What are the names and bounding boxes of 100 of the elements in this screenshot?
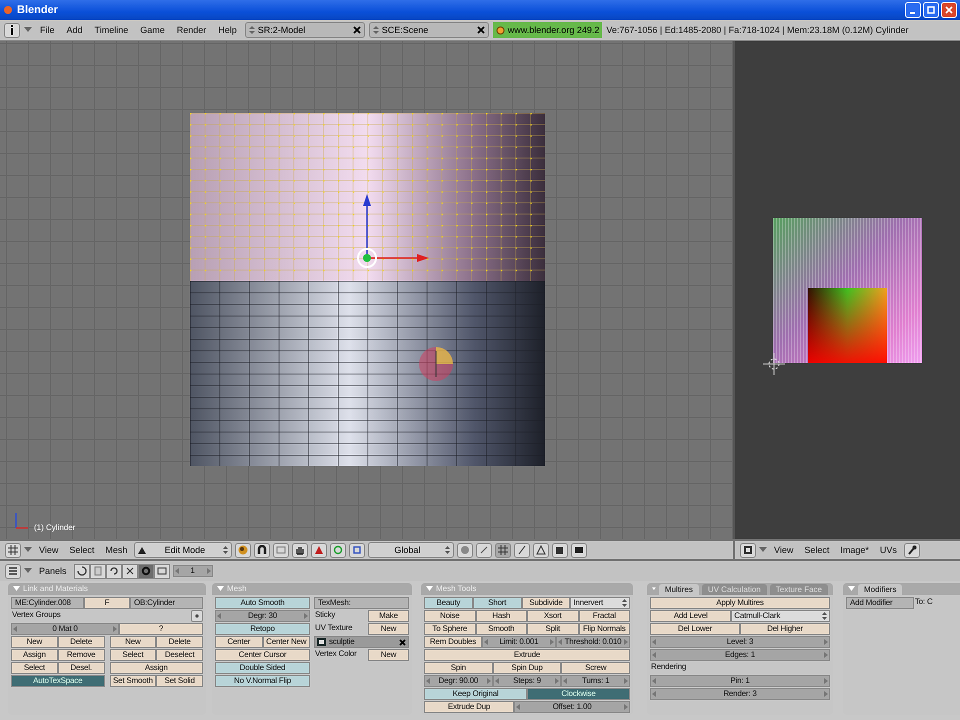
panel-button[interactable]: Spin — [424, 662, 493, 674]
number-field[interactable]: Degr: 90.00 — [424, 675, 493, 687]
menu-item[interactable]: Game — [136, 25, 169, 35]
toggle-button[interactable]: Double Sided — [215, 662, 310, 674]
3d-cursor-icon[interactable] — [419, 347, 453, 381]
panel-button[interactable]: Smooth — [476, 623, 527, 635]
logic-button[interactable] — [74, 564, 90, 578]
editor-type-button[interactable] — [740, 542, 756, 558]
number-field[interactable]: 1 — [172, 565, 213, 577]
editor-type-button[interactable] — [5, 564, 21, 578]
panel-button[interactable]: Split — [527, 623, 578, 635]
info-window-button[interactable] — [4, 22, 20, 38]
number-field[interactable]: Pin: 1 — [650, 675, 830, 687]
menu-item[interactable]: Render — [172, 25, 210, 35]
snap-button[interactable] — [476, 542, 492, 558]
number-field[interactable]: Edges: 1 — [650, 649, 830, 661]
menu-item[interactable]: Select — [65, 545, 98, 555]
editing-button[interactable] — [138, 564, 154, 578]
panel-button[interactable]: Make — [368, 610, 409, 622]
text-field[interactable]: ME:Cylinder.008 — [11, 597, 84, 609]
dropdown[interactable]: Innervert — [570, 597, 630, 609]
menu-item[interactable]: View — [35, 545, 62, 555]
panel-button[interactable]: Center — [215, 636, 262, 648]
panel-button[interactable]: Remove — [58, 649, 104, 661]
text-field[interactable]: Add Modifier — [846, 597, 914, 609]
number-field[interactable]: Turns: 1 — [561, 675, 630, 687]
edge-select-button[interactable] — [514, 542, 530, 558]
close-button[interactable] — [941, 2, 957, 18]
panel-button[interactable]: Delete — [156, 636, 203, 648]
toggle-button[interactable]: AutoTexSpace — [11, 675, 104, 687]
menu-item[interactable]: Timeline — [90, 25, 132, 35]
panel-button[interactable]: Noise — [424, 610, 476, 622]
panel-button[interactable]: Assign — [110, 662, 203, 674]
occlude-button[interactable] — [552, 542, 568, 558]
tool-button[interactable] — [904, 542, 920, 558]
scene-button[interactable] — [154, 564, 170, 578]
3d-viewport[interactable]: (1) Cylinder — [0, 41, 735, 539]
panel-button[interactable]: Delete — [58, 636, 104, 648]
draw-type-button[interactable] — [235, 542, 252, 558]
scene-selector[interactable]: SCE:Scene — [368, 22, 489, 38]
panel-button[interactable]: Add Level — [650, 610, 732, 622]
panel-button[interactable]: Extrude — [424, 649, 630, 661]
mesh-drawing[interactable] — [190, 113, 545, 466]
text-field[interactable]: TexMesh: — [314, 597, 409, 609]
panel-button[interactable]: Select — [110, 649, 156, 661]
menu-item[interactable]: Add — [62, 25, 87, 35]
render-button[interactable] — [571, 542, 588, 558]
menu-item[interactable]: UVs — [876, 545, 901, 555]
menu-item[interactable]: Select — [800, 545, 834, 555]
vertex-select-button[interactable] — [495, 542, 512, 558]
panel-button[interactable]: Flip Normals — [578, 623, 630, 635]
menu-item[interactable]: Help — [214, 25, 241, 35]
panel-button[interactable]: Desel. — [58, 662, 104, 674]
toggle-button[interactable]: Short — [472, 597, 522, 609]
toggle-button[interactable]: No V.Normal Flip — [215, 675, 310, 687]
text-field[interactable]: OB:Cylinder — [130, 597, 203, 609]
number-field[interactable]: Level: 3 — [650, 636, 830, 648]
orientation-dropdown[interactable]: Global — [368, 542, 454, 558]
panel-button[interactable]: Del Higher — [740, 623, 830, 635]
face-select-button[interactable] — [533, 542, 550, 558]
maximize-button[interactable] — [923, 2, 939, 18]
toggle-button[interactable]: Beauty — [424, 597, 473, 609]
object-button[interactable] — [122, 564, 138, 578]
panel-button[interactable]: Set Solid — [156, 675, 203, 687]
panel-button[interactable]: Assign — [11, 649, 58, 661]
menu-item[interactable]: Mesh — [101, 545, 132, 555]
shading-button[interactable] — [106, 564, 122, 578]
menu-item[interactable]: View — [770, 545, 798, 555]
panel-button[interactable]: Screw — [561, 662, 630, 674]
panel-button[interactable]: Set Smooth — [110, 675, 156, 687]
panel-button[interactable]: Subdivide — [522, 597, 570, 609]
grab-tool-button[interactable] — [349, 542, 366, 558]
dropdown[interactable]: Catmull-Clark — [731, 610, 830, 622]
panel-button[interactable]: New — [11, 636, 58, 648]
screen-selector[interactable]: SR:2-Model — [244, 22, 365, 38]
number-field[interactable]: Steps: 9 — [492, 675, 562, 687]
panel-button[interactable]: Fractal — [578, 610, 630, 622]
panel-button[interactable]: Center New — [262, 636, 310, 648]
panel-button[interactable]: Hash — [476, 610, 527, 622]
menu-item[interactable]: File — [36, 25, 59, 35]
panel-tab[interactable]: Multires — [658, 584, 699, 595]
number-field[interactable]: 0 Mat 0 — [11, 623, 119, 635]
toggle-button[interactable]: Retopo — [215, 623, 310, 635]
toggle-button[interactable]: Keep Original — [424, 688, 527, 700]
panel-button[interactable]: Spin Dup — [492, 662, 562, 674]
number-field[interactable]: Threshold: 0.010 — [556, 636, 630, 648]
panel-button[interactable]: New — [368, 623, 409, 635]
number-field[interactable]: Degr: 30 — [215, 610, 310, 622]
rotate-tool-button[interactable] — [311, 542, 328, 558]
panel-button[interactable]: F — [84, 597, 130, 609]
number-field[interactable]: Render: 3 — [650, 688, 830, 700]
panel-button[interactable]: Center Cursor — [215, 649, 310, 661]
uv-map-drawing[interactable] — [773, 218, 922, 363]
uv-editor[interactable] — [735, 41, 960, 539]
transform-manipulator-drawing[interactable] — [357, 194, 429, 268]
panel-button[interactable]: Apply Multires — [650, 597, 830, 609]
toggle-button[interactable]: Clockwise — [527, 688, 630, 700]
version-badge[interactable]: www.blender.org 249.2 — [492, 22, 602, 38]
panel-button[interactable]: Deselect — [156, 649, 203, 661]
minimize-button[interactable] — [905, 2, 921, 18]
